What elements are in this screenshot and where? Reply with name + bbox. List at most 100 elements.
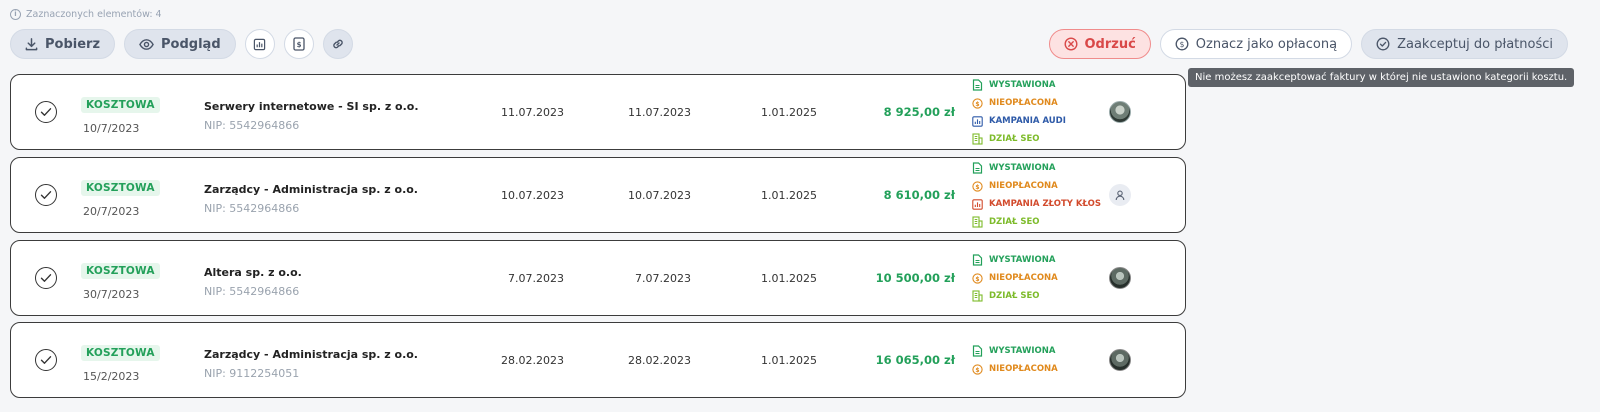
tag-label: KAMPANIA AUDI [989, 116, 1066, 126]
invoice-issue-date: 10/7/2023 [83, 122, 140, 135]
invoice-tag[interactable]: $ NIEOPŁACONA [972, 180, 1101, 193]
invoice-row[interactable]: KOSZTOWA 15/2/2023 Zarządcy - Administracj… [10, 322, 1186, 398]
invoice-amount: 8 610,00 zł [883, 188, 955, 202]
invoice-date3: 1.01.2025 [761, 272, 817, 285]
svg-text:$: $ [296, 41, 301, 49]
document-icon [972, 254, 983, 266]
coin-icon: $ [1175, 37, 1189, 51]
link-button[interactable] [322, 29, 353, 59]
preview-button[interactable]: Podgląd [124, 29, 236, 59]
invoice-date2: 7.07.2023 [635, 272, 691, 285]
invoice-row[interactable]: KOSZTOWA 20/7/2023 Zarządcy - Administracj… [10, 157, 1186, 233]
selection-info: i Zaznaczonych elementów: 4 [10, 9, 162, 20]
svg-text:$: $ [975, 184, 979, 191]
x-circle-icon [1063, 37, 1078, 51]
invoice-date3: 1.01.2025 [761, 106, 817, 119]
invoice-tag[interactable]: DZIAŁ SEO [972, 216, 1101, 229]
report-button[interactable] [244, 29, 275, 59]
assignee-avatar[interactable] [1109, 184, 1131, 206]
contractor-nip: NIP: 5542964866 [204, 119, 300, 132]
download-icon [25, 37, 38, 50]
link-icon [332, 39, 343, 49]
download-label: Pobierz [45, 36, 101, 52]
document-icon [972, 162, 983, 174]
invoice-issue-date: 20/7/2023 [83, 205, 140, 218]
invoice-date3: 1.01.2025 [761, 354, 817, 367]
row-select-checkbox[interactable] [35, 267, 57, 289]
tag-label: NIEOPŁACONA [989, 181, 1058, 191]
download-button[interactable]: Pobierz [10, 29, 116, 59]
invoice-tag[interactable]: $ NIEOPŁACONA [972, 97, 1066, 110]
eye-icon [139, 38, 154, 50]
invoice-tag[interactable]: DZIAŁ SEO [972, 133, 1066, 146]
preview-label: Podgląd [161, 36, 221, 52]
toolbar-right: Odrzuć $ Oznacz jako opłaconą Zaakceptuj… [1048, 29, 1568, 59]
bar-chart-icon [972, 115, 983, 127]
reject-button[interactable]: Odrzuć [1048, 29, 1151, 59]
row-select-checkbox[interactable] [35, 184, 57, 206]
invoice-date2: 28.02.2023 [628, 354, 691, 367]
invoice-tag[interactable]: KAMPANIA ZŁOTY KŁOS [972, 198, 1101, 211]
contractor-name: Altera sp. z o.o. [204, 266, 302, 279]
tag-label: WYSTAWIONA [989, 346, 1056, 356]
invoice-tag[interactable]: WYSTAWIONA [972, 345, 1058, 358]
bar-chart-icon [253, 38, 266, 50]
row-select-checkbox[interactable] [35, 101, 57, 123]
tag-label: WYSTAWIONA [989, 255, 1056, 265]
invoice-tag[interactable]: DZIAŁ SEO [972, 290, 1058, 303]
check-icon [40, 356, 52, 364]
invoice-date2: 11.07.2023 [628, 106, 691, 119]
tag-label: NIEOPŁACONA [989, 364, 1058, 374]
invoice-tags: WYSTAWIONA $ NIEOPŁACONA DZIAŁ SEO [972, 254, 1058, 303]
invoice-date1: 28.02.2023 [501, 354, 564, 367]
check-circle-icon [1376, 37, 1390, 51]
accept-label: Zaakceptuj do płatności [1397, 36, 1553, 52]
tag-label: DZIAŁ SEO [989, 291, 1040, 301]
svg-text:$: $ [975, 276, 979, 283]
tag-label: DZIAŁ SEO [989, 134, 1040, 144]
user-icon [1115, 190, 1125, 200]
mark-paid-label: Oznacz jako opłaconą [1195, 36, 1338, 52]
row-select-checkbox[interactable] [35, 349, 57, 371]
tag-label: WYSTAWIONA [989, 163, 1056, 173]
contractor-nip: NIP: 9112254051 [204, 367, 300, 380]
accept-for-payment-button[interactable]: Zaakceptuj do płatności [1361, 29, 1568, 59]
department-icon [972, 133, 983, 145]
invoice-tags: WYSTAWIONA $ NIEOPŁACONA KAMPANIA AUDI D… [972, 79, 1066, 146]
dollar-document-icon: $ [292, 37, 305, 51]
info-icon: i [10, 9, 21, 20]
invoice-tag[interactable]: $ NIEOPŁACONA [972, 272, 1058, 285]
invoice-tag[interactable]: KAMPANIA AUDI [972, 115, 1066, 128]
assignee-avatar[interactable] [1109, 349, 1131, 371]
invoice-row[interactable]: KOSZTOWA 10/7/2023 Serwery internetowe - S… [10, 74, 1186, 150]
invoice-date1: 7.07.2023 [508, 272, 564, 285]
tag-label: KAMPANIA ZŁOTY KŁOS [989, 199, 1102, 209]
invoice-tag[interactable]: WYSTAWIONA [972, 254, 1058, 267]
coin-icon: $ [972, 272, 983, 284]
department-icon [972, 290, 983, 302]
assignee-avatar[interactable] [1109, 267, 1131, 289]
check-icon [40, 191, 52, 199]
invoice-date2: 10.07.2023 [628, 189, 691, 202]
invoice-type-badge: KOSZTOWA [81, 263, 160, 279]
document-icon [972, 345, 983, 357]
svg-text:$: $ [975, 101, 979, 108]
invoice-amount: 10 500,00 zł [875, 271, 955, 285]
assignee-avatar[interactable] [1109, 101, 1131, 123]
toolbar-left: Pobierz Podgląd $ [10, 29, 353, 59]
document-icon [972, 79, 983, 91]
payment-document-button[interactable]: $ [283, 29, 314, 59]
invoice-issue-date: 15/2/2023 [83, 370, 140, 383]
invoice-row[interactable]: KOSZTOWA 30/7/2023 Altera sp. z o.o. NIP: 5… [10, 240, 1186, 316]
mark-paid-button[interactable]: $ Oznacz jako opłaconą [1159, 29, 1353, 59]
invoice-issue-date: 30/7/2023 [83, 288, 140, 301]
check-icon [40, 108, 52, 116]
invoice-tag[interactable]: WYSTAWIONA [972, 79, 1066, 92]
invoice-type-badge: KOSZTOWA [81, 97, 160, 113]
invoice-amount: 8 925,00 zł [883, 105, 955, 119]
contractor-name: Zarządcy - Administracja sp. z o.o. [204, 348, 418, 361]
invoice-tags: WYSTAWIONA $ NIEOPŁACONA KAMPANIA ZŁOTY … [972, 162, 1101, 229]
invoice-tag[interactable]: WYSTAWIONA [972, 162, 1101, 175]
contractor-name: Zarządcy - Administracja sp. z o.o. [204, 183, 418, 196]
invoice-tag[interactable]: $ NIEOPŁACONA [972, 363, 1058, 376]
